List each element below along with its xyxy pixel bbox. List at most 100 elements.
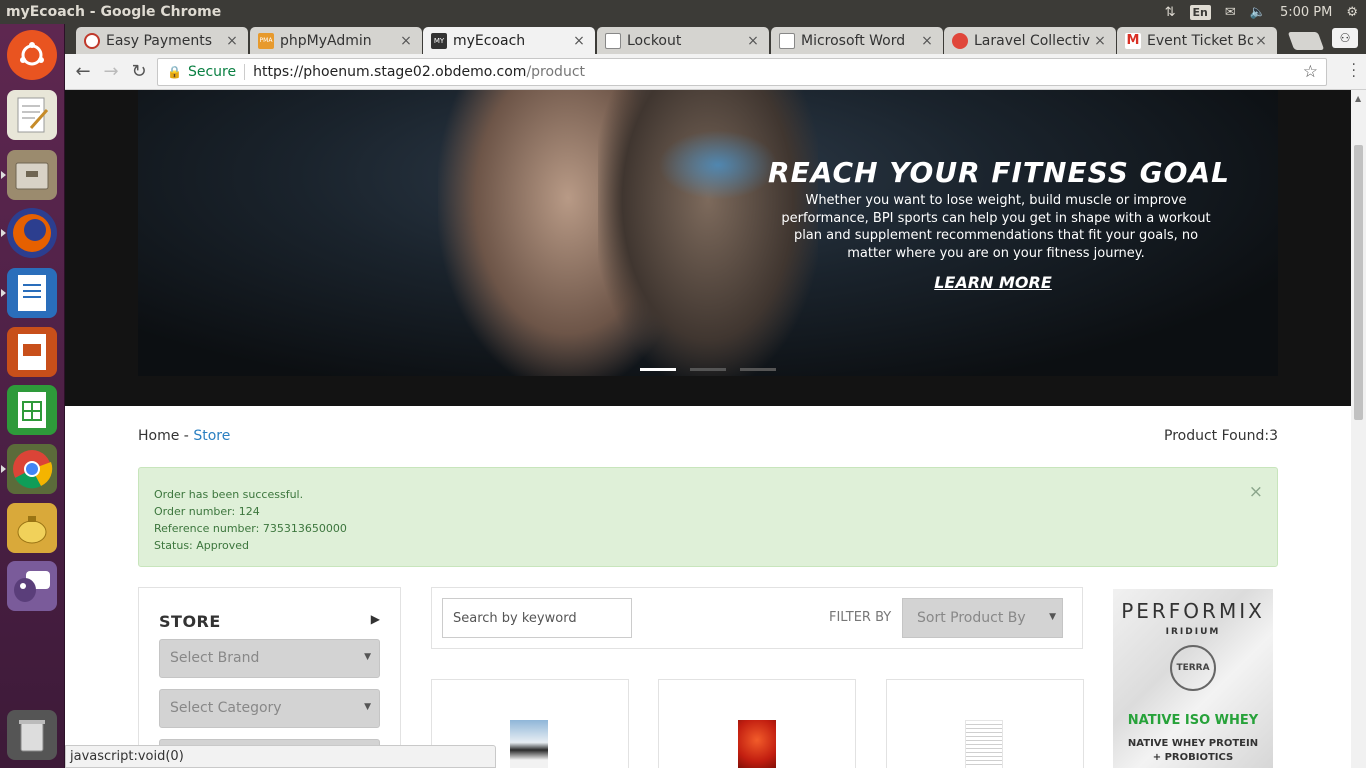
breadcrumb-store[interactable]: Store [193,428,230,444]
close-icon[interactable]: × [745,33,761,49]
clock[interactable]: 5:00 PM [1280,5,1332,20]
tab-event-ticket[interactable]: M Event Ticket Boo × [1117,27,1277,54]
carousel-dot[interactable] [690,368,726,371]
url-host: https://phoenum.stage02.obdemo.com [253,64,527,80]
chevron-down-icon: ▼ [364,702,371,712]
breadcrumb-separator: - [183,428,189,444]
ad-headline: NATIVE ISO WHEY [1127,713,1259,728]
close-icon[interactable]: × [224,33,240,49]
window-title: myEcoach - Google Chrome [6,4,222,20]
alert-status: Status: Approved [154,539,250,552]
libreoffice-impress-icon[interactable] [7,327,57,377]
document-favicon [779,32,795,49]
url-path: /product [526,64,586,80]
ad-subbrand: IRIDIUM [1165,627,1221,637]
address-bar[interactable]: 🔒 Secure https://phoenum.stage02.obdemo.… [157,58,1327,86]
close-icon[interactable]: × [1092,33,1108,49]
alert-order-number: Order number: 124 [154,505,260,518]
tab-myecoach[interactable]: MY myEcoach × [423,27,595,54]
category-select-value: Select Category [170,700,282,716]
product-card[interactable] [658,679,856,768]
page-scrollbar[interactable]: ▲ [1351,90,1366,768]
reload-icon[interactable]: ↻ [127,60,151,84]
tab-easy-payments[interactable]: Easy Payments × [76,27,248,54]
close-icon[interactable]: × [919,33,935,49]
hero-banner-wrapper: REACH YOUR FITNESS GOAL Whether you want… [65,90,1351,406]
system-tray: ⇅ En ✉ 🔈 5:00 PM ⚙ [1165,0,1358,24]
ubuntu-dash-icon[interactable] [7,30,57,80]
forward-arrow-icon[interactable]: → [99,60,123,84]
teapot-icon[interactable] [7,503,57,553]
bookmark-star-icon[interactable]: ☆ [1303,62,1318,82]
ad-line: + PROBIOTICS [1152,752,1234,763]
carousel-dot[interactable] [740,368,776,371]
search-input[interactable] [442,598,632,638]
tab-microsoft-word[interactable]: Microsoft Word × [771,27,943,54]
scrollbar-thumb[interactable] [1354,145,1363,420]
easy-payments-favicon [84,32,100,49]
myecoach-favicon: MY [431,32,447,49]
libreoffice-writer-icon[interactable] [1,268,57,318]
unity-launcher [0,24,65,768]
libreoffice-calc-icon[interactable] [7,385,57,435]
settings-gear-icon[interactable]: ⚙ [1346,5,1358,20]
learn-more-link[interactable]: LEARN MORE [928,273,1058,292]
tab-phpmyadmin[interactable]: PMA phpMyAdmin × [250,27,422,54]
carousel-indicators [640,368,776,371]
product-card[interactable] [886,679,1084,768]
product-count: Product Found:3 [1164,428,1278,444]
network-icon[interactable]: ⇅ [1165,5,1176,20]
pidgin-icon[interactable] [7,561,57,611]
trash-icon[interactable] [7,710,57,760]
tab-strip: Easy Payments × PMA phpMyAdmin × MY myEc… [65,24,1366,54]
scroll-up-icon[interactable]: ▲ [1355,94,1361,103]
keyboard-layout-indicator[interactable]: En [1189,4,1211,20]
sort-select[interactable]: Sort Product By ▼ [902,598,1063,638]
secure-label: Secure [187,64,237,80]
close-icon[interactable]: × [398,33,414,49]
filter-bar: FILTER BY Sort Product By ▼ [431,587,1083,649]
close-icon[interactable]: × [1253,33,1269,49]
product-image[interactable] [510,720,548,768]
chevron-down-icon: ▼ [364,652,371,662]
mail-icon[interactable]: ✉ [1225,5,1236,20]
chevron-right-icon[interactable]: ▶ [371,612,380,626]
new-tab-button[interactable] [1287,32,1325,50]
file-manager-icon[interactable] [1,150,57,200]
profile-icon[interactable]: ⚇ [1332,28,1358,48]
text-editor-icon[interactable] [7,90,57,140]
close-icon[interactable]: × [1249,484,1263,501]
banner-title: REACH YOUR FITNESS GOAL [768,156,1230,189]
chevron-down-icon: ▼ [1049,612,1056,622]
breadcrumb: Home - Store [138,428,230,444]
close-icon[interactable]: × [571,33,587,49]
phpmyadmin-favicon: PMA [258,32,274,49]
store-heading: STORE [159,612,221,631]
link-status-bubble: javascript:void(0) [65,745,496,768]
category-select[interactable]: Select Category ▼ [159,689,380,728]
page-viewport: REACH YOUR FITNESS GOAL Whether you want… [65,90,1351,768]
filter-label: FILTER BY [829,610,892,625]
carousel-dot[interactable] [640,368,676,371]
product-image[interactable] [738,720,776,768]
alert-reference-number: Reference number: 735313650000 [154,522,347,535]
advertisement-banner[interactable]: PERFORMIX IRIDIUM TERRA NATIVE ISO WHEY … [1113,589,1273,768]
product-image[interactable] [965,720,1003,768]
volume-icon[interactable]: 🔈 [1250,5,1266,20]
ad-tagline: NATIVE WHEY PROTEIN + PROBIOTICS [1113,737,1273,765]
os-top-panel: myEcoach - Google Chrome ⇅ En ✉ 🔈 5:00 P… [0,0,1366,24]
breadcrumb-home[interactable]: Home [138,428,179,444]
firefox-icon[interactable] [1,208,57,258]
brand-select-value: Select Brand [170,650,260,666]
back-arrow-icon[interactable]: ← [71,60,95,84]
success-alert: Order has been successful. Order number:… [138,467,1278,567]
chrome-menu-icon[interactable]: · · · [1352,58,1356,84]
tab-lockout[interactable]: Lockout × [597,27,769,54]
ad-terra-badge: TERRA [1170,645,1216,691]
chrome-icon[interactable] [1,444,57,494]
browser-toolbar: ← → ↻ 🔒 Secure https://phoenum.stage02.o… [65,54,1366,90]
brand-select[interactable]: Select Brand ▼ [159,639,380,678]
document-favicon [605,32,621,49]
tab-laravel-collective[interactable]: Laravel Collectiv × [944,27,1116,54]
lock-icon: 🔒 [167,65,182,79]
